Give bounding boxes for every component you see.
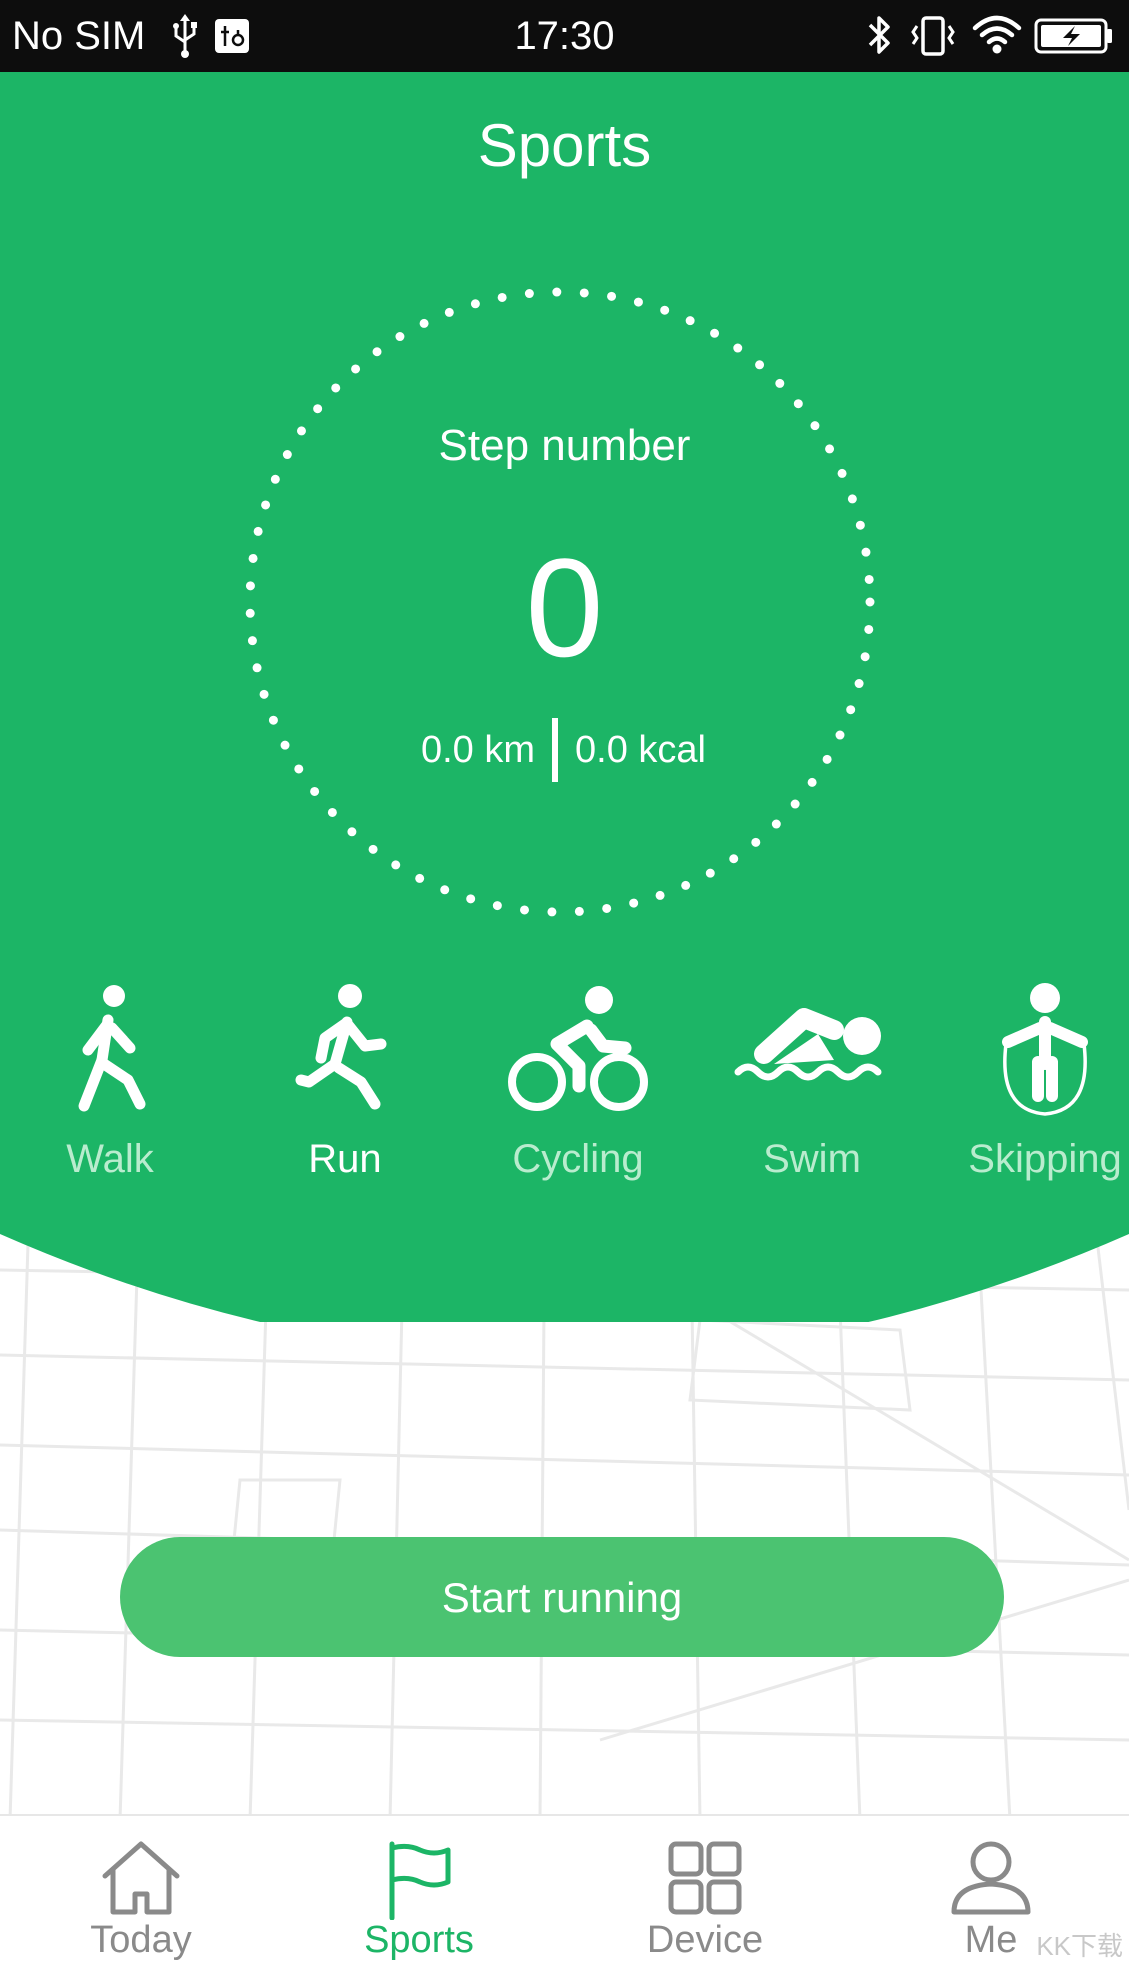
page-title: Sports: [477, 112, 652, 179]
sport-mode-run[interactable]: Run: [240, 980, 450, 1181]
watermark: KK下载: [1036, 1931, 1123, 1961]
cycling-icon: [508, 986, 648, 1111]
wifi-icon: [972, 15, 1022, 54]
distance-value: 0.0 km: [420, 729, 535, 771]
sport-mode-swim[interactable]: Swim: [707, 980, 917, 1181]
nav-label-device: Device: [646, 1919, 764, 1961]
nav-label-sports: Sports: [364, 1919, 474, 1961]
swim-icon: [734, 1008, 882, 1081]
start-running-button[interactable]: Start running: [120, 1537, 1004, 1657]
step-number-label: Step number: [438, 421, 691, 470]
nav-item-today[interactable]: Today: [0, 1816, 282, 1971]
skipping-icon: [1002, 983, 1088, 1116]
nav-item-sports[interactable]: Sports: [278, 1816, 560, 1971]
sport-mode-walk[interactable]: Walk: [5, 980, 215, 1181]
sport-label-cycling: Cycling: [512, 1137, 644, 1181]
status-bar: No SIM 17:30: [0, 0, 1129, 72]
sport-label-walk: Walk: [66, 1137, 154, 1181]
sport-mode-skipping[interactable]: Skipping: [940, 980, 1129, 1181]
nav-label-today: Today: [90, 1919, 192, 1961]
calories-value: 0.0 kcal: [575, 729, 706, 771]
metric-divider: [552, 718, 558, 782]
step-count-value: 0: [525, 529, 604, 686]
battery-charging-icon: [1034, 18, 1112, 54]
vibrate-icon: [911, 16, 955, 56]
status-time: 17:30: [514, 14, 615, 58]
flag-icon: [389, 1841, 451, 1920]
home-icon: [102, 1841, 180, 1915]
sport-label-skipping: Skipping: [968, 1137, 1122, 1181]
sport-label-swim: Swim: [763, 1137, 861, 1181]
grid-icon: [668, 1841, 742, 1915]
user-icon: [951, 1841, 1031, 1915]
bluetooth-icon: [868, 16, 890, 54]
walk-icon: [78, 985, 146, 1112]
nav-item-device[interactable]: Device: [564, 1816, 846, 1971]
sport-label-run: Run: [308, 1137, 382, 1181]
run-icon: [295, 984, 387, 1110]
bottom-nav: Today Sports Device Me: [0, 1814, 1129, 1971]
sport-mode-cycling[interactable]: Cycling: [473, 980, 683, 1181]
